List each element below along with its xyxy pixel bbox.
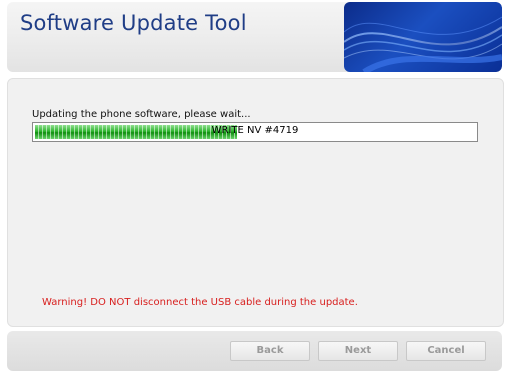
footer-button-bar: Back Next Cancel: [7, 331, 502, 371]
header: Software Update Tool: [7, 2, 502, 72]
update-tool-window: Software Update Tool Updating the phone …: [0, 0, 515, 385]
status-label: Updating the phone software, please wait…: [32, 109, 251, 120]
next-button[interactable]: Next: [318, 341, 398, 361]
wave-graphic-icon: [344, 16, 502, 72]
progress-text: WRITE NV #4719: [211, 125, 299, 136]
warning-message: Warning! DO NOT disconnect the USB cable…: [42, 297, 358, 308]
back-button[interactable]: Back: [230, 341, 310, 361]
progress-bar: WRITE NV #4719: [32, 122, 478, 142]
app-title: Software Update Tool: [20, 11, 247, 35]
header-banner-graphic: [344, 2, 502, 72]
main-panel: Updating the phone software, please wait…: [7, 78, 504, 327]
cancel-button[interactable]: Cancel: [406, 341, 486, 361]
